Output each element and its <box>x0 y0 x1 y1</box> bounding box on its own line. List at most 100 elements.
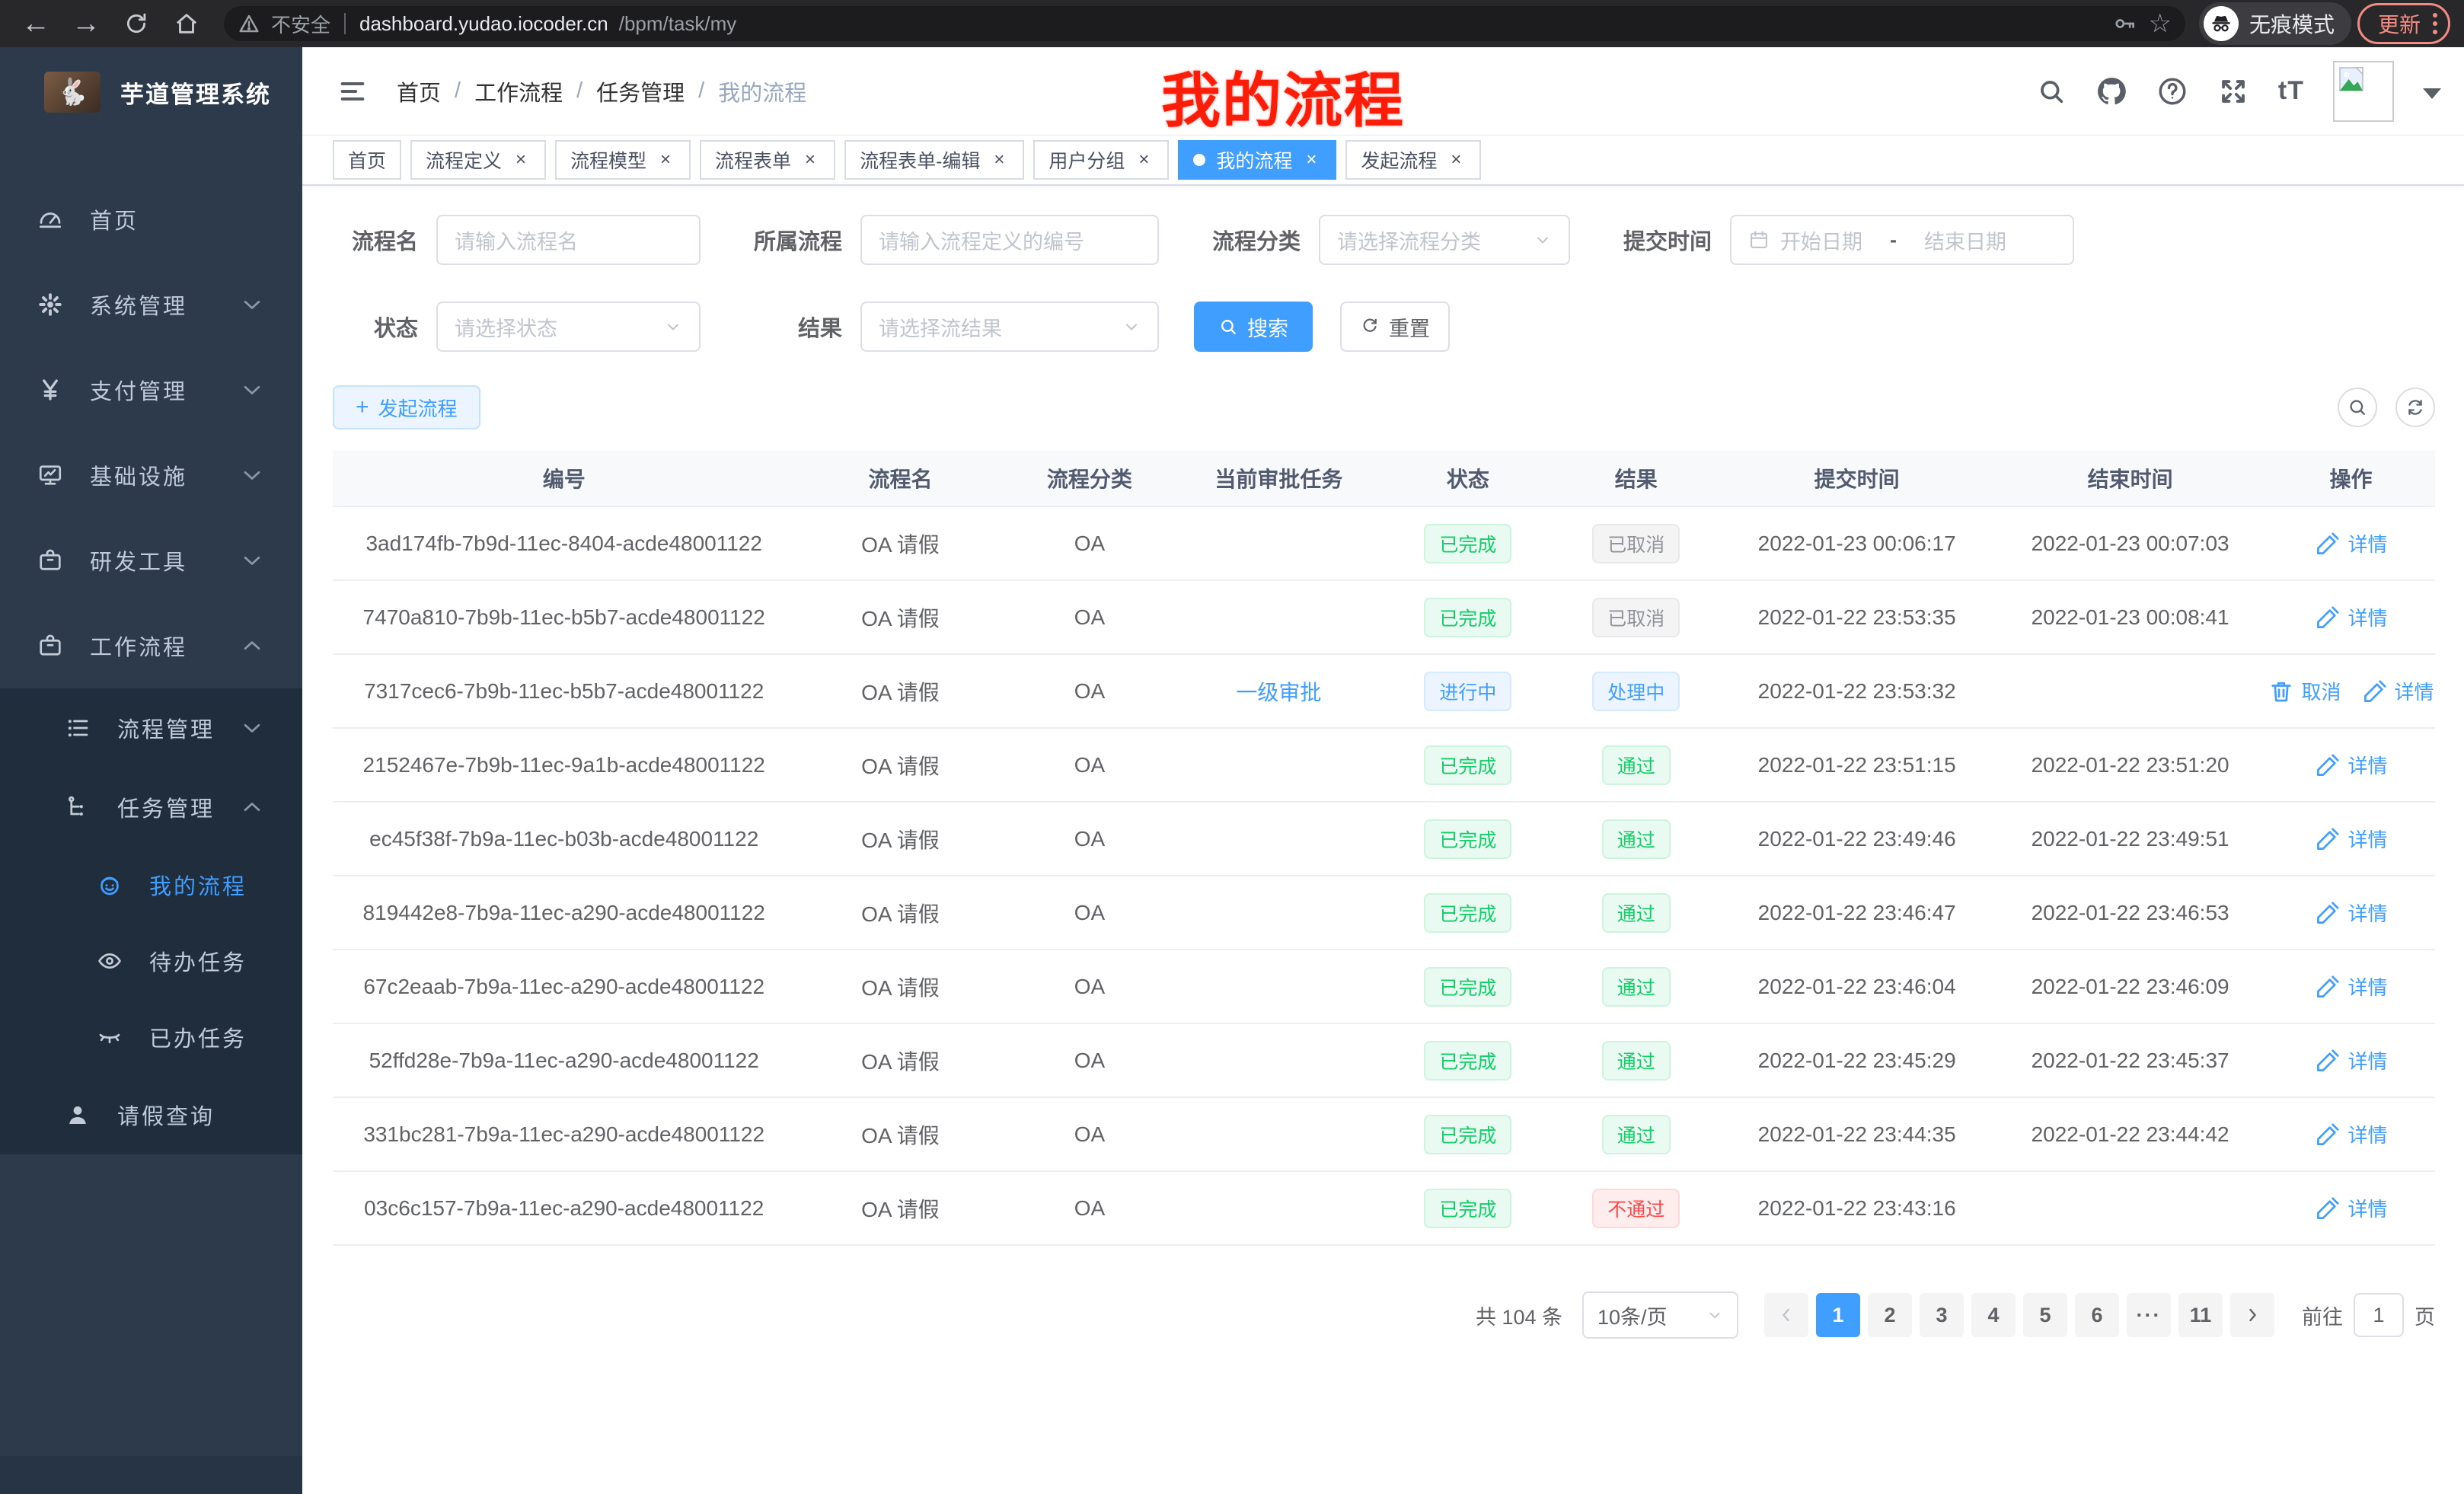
browser-reload-icon[interactable] <box>114 5 158 43</box>
sidebar-item-5[interactable]: 工作流程 <box>0 603 302 688</box>
url-host: dashboard.yudao.iocoder.cn <box>359 12 608 36</box>
browser-back-icon[interactable]: ← <box>14 5 58 43</box>
page-button-6[interactable]: 6 <box>2075 1293 2119 1337</box>
chevron-down-icon <box>1534 231 1552 249</box>
tab-0[interactable]: 首页 <box>333 140 401 180</box>
page-button-4[interactable]: 4 <box>1971 1293 2016 1337</box>
search-button[interactable]: 搜索 <box>1194 302 1313 352</box>
tab-2[interactable]: 流程模型× <box>555 140 691 180</box>
page-button-2[interactable]: 2 <box>1868 1293 1912 1337</box>
close-icon[interactable]: × <box>1134 149 1154 171</box>
column-header: 操作 <box>2267 463 2435 493</box>
incognito-icon <box>2204 6 2239 41</box>
close-icon[interactable]: × <box>989 149 1009 171</box>
detail-link[interactable]: 详情 <box>2314 1194 2387 1222</box>
sidebar-item-9[interactable]: 待办任务 <box>0 923 302 999</box>
breadcrumb-item[interactable]: 首页 <box>397 75 441 107</box>
sidebar-item-6[interactable]: 流程管理 <box>0 688 302 768</box>
sidebar-item-2[interactable]: 支付管理 <box>0 347 302 433</box>
process-category-select[interactable]: 请选择流程分类 <box>1319 215 1570 265</box>
sidebar-item-11[interactable]: 请假查询 <box>0 1075 302 1154</box>
tab-7[interactable]: 发起流程× <box>1345 140 1481 180</box>
tab-1[interactable]: 流程定义× <box>410 140 546 180</box>
status-select[interactable]: 请选择状态 <box>436 302 701 352</box>
tab-4[interactable]: 流程表单-编辑× <box>844 140 1024 180</box>
tags-view-bar: 首页流程定义×流程模型×流程表单×流程表单-编辑×用户分组×我的流程×发起流程× <box>302 136 2464 186</box>
table-row: 67c2eaab-7b9a-11ec-a290-acde48001122OA 请… <box>333 950 2435 1024</box>
status-badge: 已完成 <box>1424 967 1511 1007</box>
close-icon[interactable]: × <box>656 149 675 171</box>
result-select[interactable]: 请选择流结果 <box>860 302 1159 352</box>
sidebar-item-10[interactable]: 已办任务 <box>0 999 302 1075</box>
insecure-label[interactable]: 不安全 <box>271 10 330 38</box>
sidebar-item-7[interactable]: 任务管理 <box>0 768 302 847</box>
page-button-3[interactable]: 3 <box>1920 1293 1964 1337</box>
tab-6[interactable]: 我的流程× <box>1178 140 1336 180</box>
browser-forward-icon[interactable]: → <box>64 5 108 43</box>
goto-page-input[interactable]: 1 <box>2354 1293 2404 1337</box>
submit-time-range-picker[interactable]: 开始日期 - 结束日期 <box>1730 215 2074 265</box>
page-unit-label: 页 <box>2415 1301 2435 1330</box>
process-definition-input[interactable]: 请输入流程定义的编号 <box>860 215 1159 265</box>
fullscreen-icon[interactable] <box>2217 75 2249 107</box>
detail-link[interactable]: 详情 <box>2314 899 2387 927</box>
sidebar-item-label: 流程管理 <box>117 712 215 744</box>
sidebar-item-4[interactable]: 研发工具 <box>0 518 302 603</box>
search-icon[interactable] <box>2036 76 2067 107</box>
detail-link[interactable]: 详情 <box>2314 1120 2387 1148</box>
prev-page-button[interactable] <box>1764 1293 1808 1337</box>
close-icon[interactable]: × <box>511 149 531 171</box>
refresh-table-button[interactable] <box>2395 388 2435 427</box>
url-bar[interactable]: 不安全 dashboard.yudao.iocoder.cn/bpm/task/… <box>224 6 2185 41</box>
browser-update-button[interactable]: 更新 <box>2357 3 2450 44</box>
cell-result: 已取消 <box>1552 524 1720 563</box>
create-process-button[interactable]: + 发起流程 <box>333 385 480 429</box>
page-size-select[interactable]: 10条/页 <box>1582 1291 1738 1339</box>
next-page-button[interactable] <box>2230 1293 2274 1337</box>
show-search-button[interactable] <box>2338 388 2377 427</box>
github-icon[interactable] <box>2095 75 2127 107</box>
process-name-input[interactable]: 请输入流程名 <box>436 215 701 265</box>
font-size-icon[interactable]: tT <box>2278 76 2304 106</box>
app-logo[interactable]: 🐇 芋道管理系统 <box>0 47 302 137</box>
detail-link[interactable]: 详情 <box>2361 677 2434 705</box>
tab-5[interactable]: 用户分组× <box>1033 140 1169 180</box>
breadcrumb-item[interactable]: 工作流程 <box>474 75 563 107</box>
table-row: 331bc281-7b9a-11ec-a290-acde48001122OA 请… <box>333 1098 2435 1172</box>
breadcrumb-item[interactable]: 任务管理 <box>596 75 685 107</box>
sidebar-item-0[interactable]: 首页 <box>0 177 302 262</box>
sidebar-item-1[interactable]: 系统管理 <box>0 262 302 347</box>
saved-password-key-icon[interactable] <box>2113 11 2137 36</box>
cancel-link[interactable]: 取消 <box>2268 677 2341 705</box>
detail-link[interactable]: 详情 <box>2314 603 2387 631</box>
page-ellipsis[interactable]: ··· <box>2127 1293 2171 1337</box>
close-icon[interactable]: × <box>800 149 820 171</box>
detail-link[interactable]: 详情 <box>2314 751 2387 779</box>
reset-button[interactable]: 重置 <box>1340 302 1450 352</box>
avatar-caret-icon[interactable] <box>2423 88 2441 99</box>
avatar[interactable] <box>2333 61 2394 122</box>
cell-end-time: 2022-01-22 23:49:51 <box>1993 827 2267 851</box>
tab-label: 首页 <box>348 146 386 174</box>
hamburger-icon[interactable] <box>321 76 385 107</box>
detail-link[interactable]: 详情 <box>2314 972 2387 1001</box>
detail-link[interactable]: 详情 <box>2314 825 2387 853</box>
close-icon[interactable]: × <box>1446 149 1466 171</box>
close-icon[interactable]: × <box>1301 149 1321 171</box>
update-label[interactable]: 更新 <box>2378 8 2421 39</box>
cell-actions: 详情 <box>2267 1046 2435 1074</box>
detail-link[interactable]: 详情 <box>2314 1046 2387 1074</box>
sidebar-item-3[interactable]: 基础设施 <box>0 433 302 518</box>
help-icon[interactable] <box>2156 75 2188 107</box>
sidebar-item-8[interactable]: 我的流程 <box>0 847 302 923</box>
tab-3[interactable]: 流程表单× <box>700 140 835 180</box>
browser-menu-icon[interactable] <box>2433 13 2437 34</box>
page-button-1[interactable]: 1 <box>1816 1293 1860 1337</box>
detail-link[interactable]: 详情 <box>2314 529 2387 557</box>
task-link[interactable]: 一级审批 <box>1236 676 1321 707</box>
bookmark-star-icon[interactable]: ☆ <box>2148 8 2171 39</box>
page-button-11[interactable]: 11 <box>2178 1293 2223 1337</box>
browser-home-icon[interactable] <box>164 5 209 43</box>
page-button-5[interactable]: 5 <box>2023 1293 2067 1337</box>
browser-chrome: ← → 不安全 dashboard.yudao.iocoder.cn/bpm/t… <box>0 0 2464 47</box>
